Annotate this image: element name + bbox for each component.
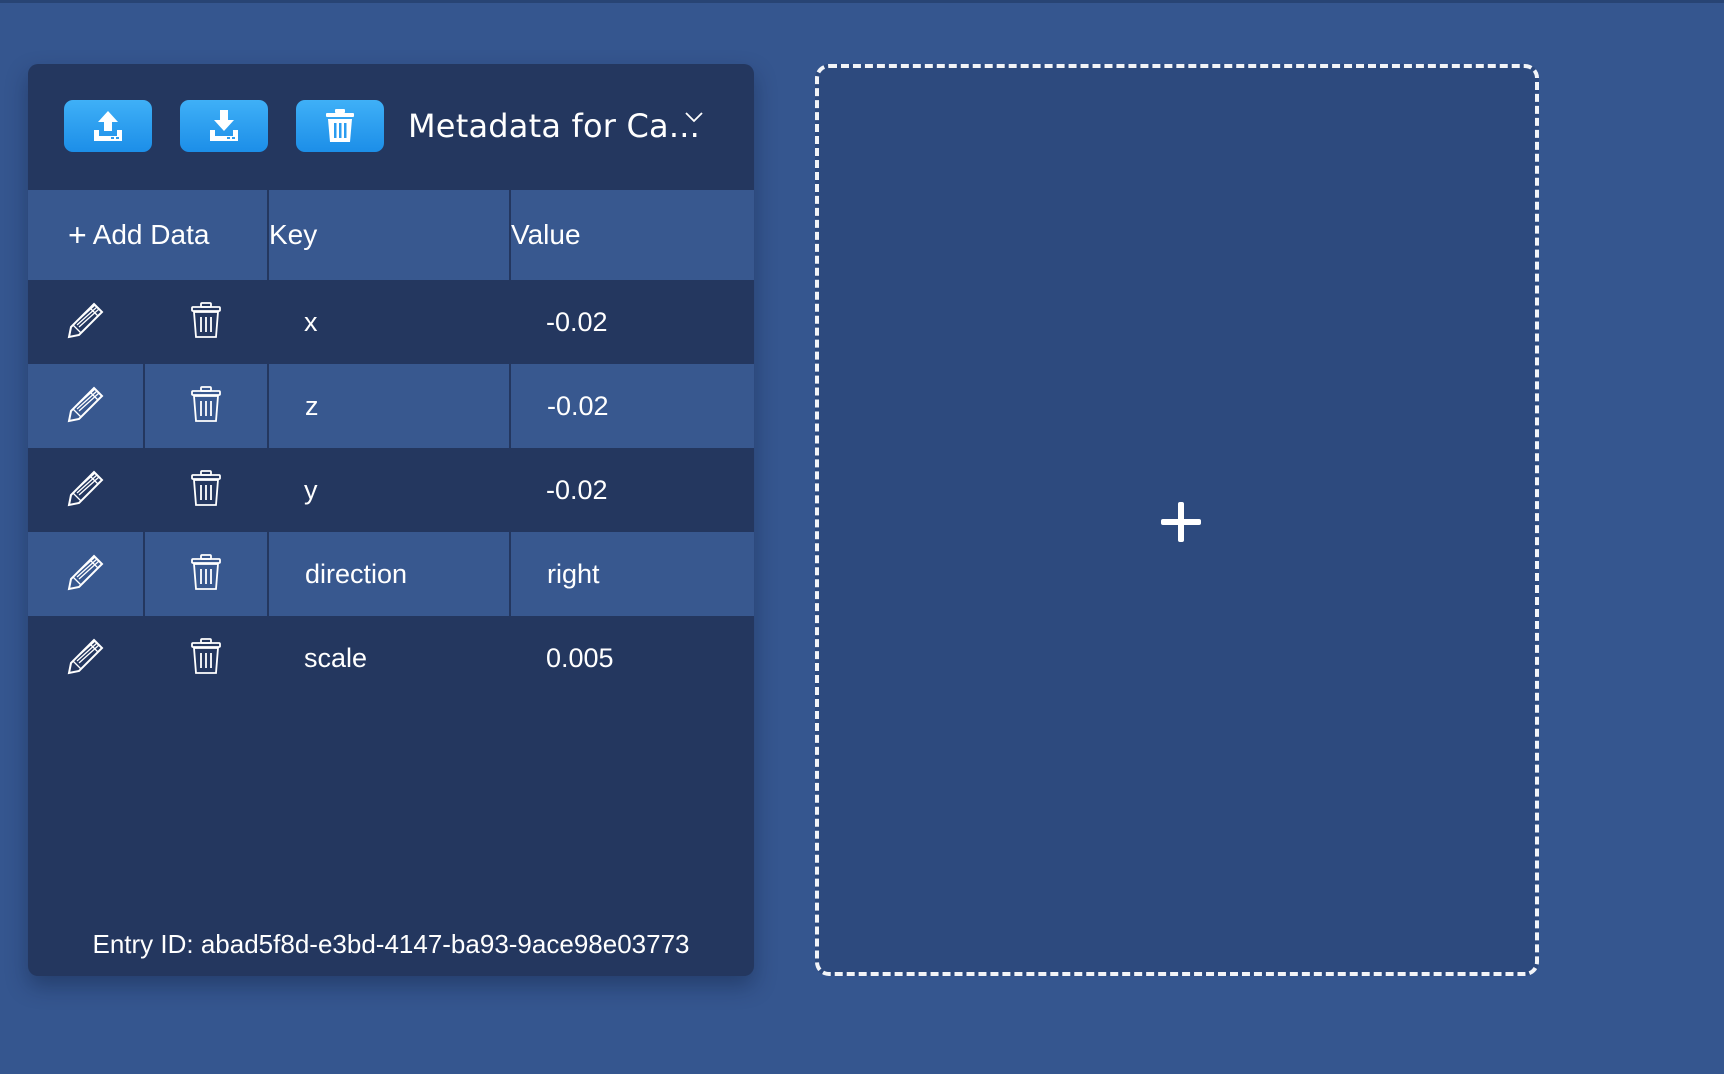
table-row: z -0.02	[28, 364, 754, 448]
row-key: z	[268, 364, 511, 448]
delete-all-button[interactable]	[296, 100, 384, 152]
edit-cell	[28, 364, 145, 448]
edit-button[interactable]	[66, 552, 106, 592]
entry-id: Entry ID: abad5f8d-e3bd-4147-ba93-9ace98…	[92, 929, 690, 959]
trash-icon	[326, 109, 354, 142]
chevron-down-icon	[685, 112, 703, 123]
add-data-header: + Add Data	[28, 190, 269, 280]
delete-row-button[interactable]	[189, 385, 223, 423]
delete-cell	[144, 532, 269, 616]
plus-icon	[1161, 502, 1201, 542]
pencil-icon	[67, 470, 104, 506]
download-button[interactable]	[180, 100, 268, 152]
edit-cell	[28, 280, 144, 364]
table-row: direction right	[28, 532, 754, 616]
delete-row-button[interactable]	[189, 301, 223, 339]
row-key: scale	[304, 642, 368, 673]
delete-cell	[144, 280, 268, 364]
metadata-select-label: Metadata for Ca...	[408, 107, 700, 145]
delete-row-button[interactable]	[189, 469, 223, 507]
add-data-button[interactable]: + Add Data	[28, 190, 266, 280]
table-header: + Add Data Key Value	[28, 190, 754, 280]
trash-outline-icon	[191, 301, 221, 338]
edit-cell	[28, 532, 145, 616]
pencil-icon	[67, 386, 103, 422]
edit-cell	[28, 616, 144, 700]
pencil-icon	[67, 554, 103, 590]
row-value: -0.02	[546, 474, 608, 505]
value-column-header: Value	[511, 219, 581, 250]
row-key: x	[304, 306, 318, 337]
table-row: scale 0.005	[28, 616, 754, 700]
delete-cell	[144, 448, 268, 532]
row-value: -0.02	[547, 390, 609, 421]
toolbar: Metadata for Ca...	[28, 64, 754, 190]
trash-outline-icon	[191, 553, 221, 590]
upload-button[interactable]	[64, 100, 152, 152]
add-entry-dropzone[interactable]	[815, 64, 1539, 976]
delete-cell	[144, 616, 268, 700]
metadata-table: + Add Data Key Value x -0.02 z -0.02 y -…	[28, 190, 754, 700]
row-key: y	[304, 474, 318, 505]
pencil-icon	[67, 302, 104, 338]
pencil-icon	[67, 638, 104, 674]
delete-row-button[interactable]	[189, 637, 223, 675]
top-edge	[0, 0, 1724, 3]
add-data-label: Add Data	[92, 219, 210, 250]
table-row: y -0.02	[28, 448, 754, 532]
table-row: x -0.02	[28, 280, 754, 364]
edit-button[interactable]	[66, 636, 106, 676]
trash-outline-icon	[191, 637, 221, 674]
delete-row-button[interactable]	[189, 553, 223, 591]
metadata-panel: Metadata for Ca... + Add Data Key Value	[28, 64, 754, 976]
download-icon	[210, 110, 238, 141]
key-column-header: Key	[268, 190, 511, 280]
upload-icon	[94, 111, 122, 141]
edit-cell	[28, 448, 144, 532]
trash-outline-icon	[191, 385, 221, 422]
row-value: 0.005	[546, 642, 614, 673]
metadata-select[interactable]: Metadata for Ca...	[408, 100, 742, 152]
delete-cell	[144, 364, 269, 448]
edit-button[interactable]	[66, 300, 106, 340]
row-value: -0.02	[546, 306, 608, 337]
plus-icon: +	[68, 217, 87, 253]
row-value: right	[547, 558, 600, 589]
trash-outline-icon	[191, 469, 221, 506]
row-key: direction	[268, 532, 511, 616]
edit-button[interactable]	[66, 384, 106, 424]
edit-button[interactable]	[66, 468, 106, 508]
